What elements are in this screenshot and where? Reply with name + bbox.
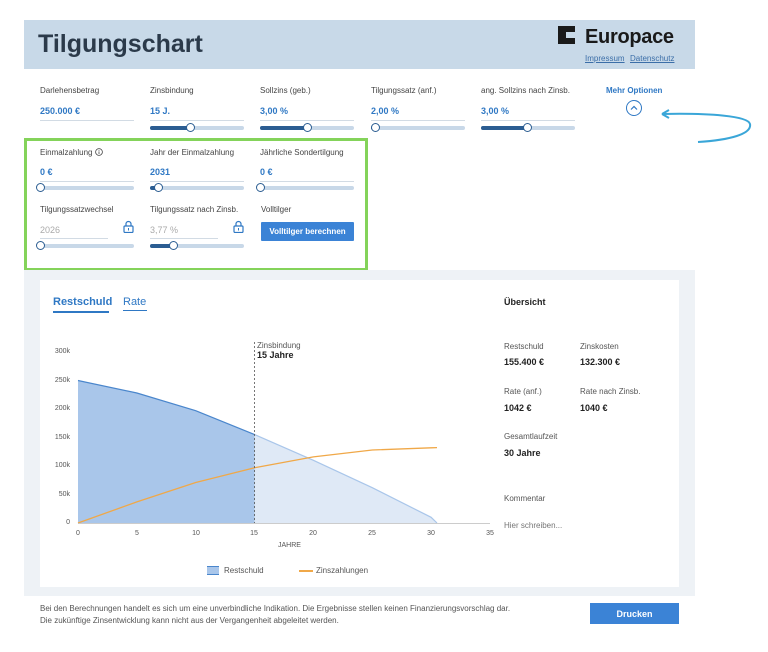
legend-restschuld-swatch (207, 566, 219, 575)
chart-plot (77, 342, 490, 524)
summary-rate-value: 1042 € (504, 403, 532, 413)
zinsbindung-annotation-label: Zinsbindung (257, 341, 301, 350)
disclaimer-line-1: Bei den Berechnungen handelt es sich um … (40, 604, 511, 613)
summary-rate-nach-label: Rate nach Zinsb. (580, 387, 641, 396)
summary-laufzeit-label: Gesamtlaufzeit (504, 432, 558, 441)
restschuld-area-after (254, 434, 437, 523)
summary-title: Übersicht (504, 297, 546, 307)
summary-laufzeit-value: 30 Jahre (504, 448, 541, 458)
summary-rate-label: Rate (anf.) (504, 387, 542, 396)
comment-input[interactable] (504, 521, 674, 530)
legend-zinszahlungen-swatch (299, 570, 313, 572)
disclaimer-line-2: Die zukünftige Zinsentwicklung kann nich… (40, 616, 339, 625)
summary-rate-nach-value: 1040 € (580, 403, 608, 413)
summary-restschuld-value: 155.400 € (504, 357, 545, 367)
comment-label: Kommentar (504, 494, 546, 503)
summary-zinskosten-label: Zinskosten (580, 342, 619, 351)
legend-zinszahlungen[interactable]: Zinszahlungen (316, 566, 368, 575)
legend-restschuld[interactable]: Restschuld (224, 566, 264, 575)
print-button[interactable]: Drucken (590, 603, 679, 624)
summary-zinskosten-value: 132.300 € (580, 357, 621, 367)
zinsbindung-annotation-value: 15 Jahre (257, 350, 294, 360)
summary-restschuld-label: Restschuld (504, 342, 544, 351)
